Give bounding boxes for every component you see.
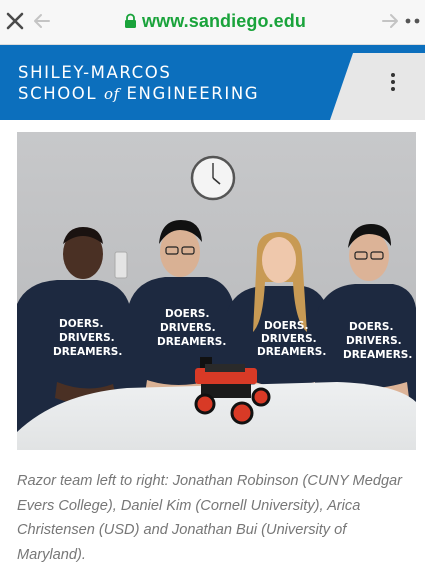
back-arrow-icon[interactable]	[32, 11, 52, 31]
school-logo-title[interactable]: SHILEY-MARCOS SCHOOL of ENGINEERING	[18, 62, 259, 105]
team-photo: DOERS. DRIVERS. DREAMERS. DOERS. DRIVERS…	[17, 132, 416, 450]
photo-caption: Razor team left to right: Jonathan Robin…	[17, 473, 403, 563]
svg-text:DOERS.: DOERS.	[264, 320, 308, 332]
svg-text:DREAMERS.: DREAMERS.	[53, 346, 122, 358]
svg-text:DRIVERS.: DRIVERS.	[261, 333, 317, 345]
svg-text:DREAMERS.: DREAMERS.	[343, 349, 412, 361]
close-icon[interactable]	[4, 10, 26, 32]
vertical-dots-menu-icon[interactable]	[384, 71, 402, 93]
svg-text:DOERS.: DOERS.	[59, 318, 103, 330]
svg-text:DOERS.: DOERS.	[165, 308, 209, 320]
forward-arrow-icon[interactable]	[380, 11, 400, 31]
address-bar[interactable]: www.sandiego.edu	[124, 10, 306, 32]
school-title-line1: SHILEY-MARCOS	[18, 63, 172, 82]
wall-clock	[190, 155, 236, 201]
overflow-dots-icon[interactable]	[404, 16, 424, 26]
svg-text:DOERS.: DOERS.	[349, 321, 393, 333]
svg-text:DRIVERS.: DRIVERS.	[346, 335, 402, 347]
browser-toolbar: www.sandiego.edu	[0, 0, 425, 45]
url-text: www.sandiego.edu	[142, 10, 306, 31]
lock-icon	[125, 13, 136, 28]
svg-text:DREAMERS.: DREAMERS.	[157, 336, 226, 348]
svg-text:DRIVERS.: DRIVERS.	[160, 322, 216, 334]
svg-text:DRIVERS.: DRIVERS.	[59, 332, 115, 344]
site-header: SHILEY-MARCOS SCHOOL of ENGINEERING	[0, 45, 425, 120]
school-title-line2: SCHOOL of ENGINEERING	[18, 84, 260, 103]
svg-text:DREAMERS.: DREAMERS.	[257, 346, 326, 358]
